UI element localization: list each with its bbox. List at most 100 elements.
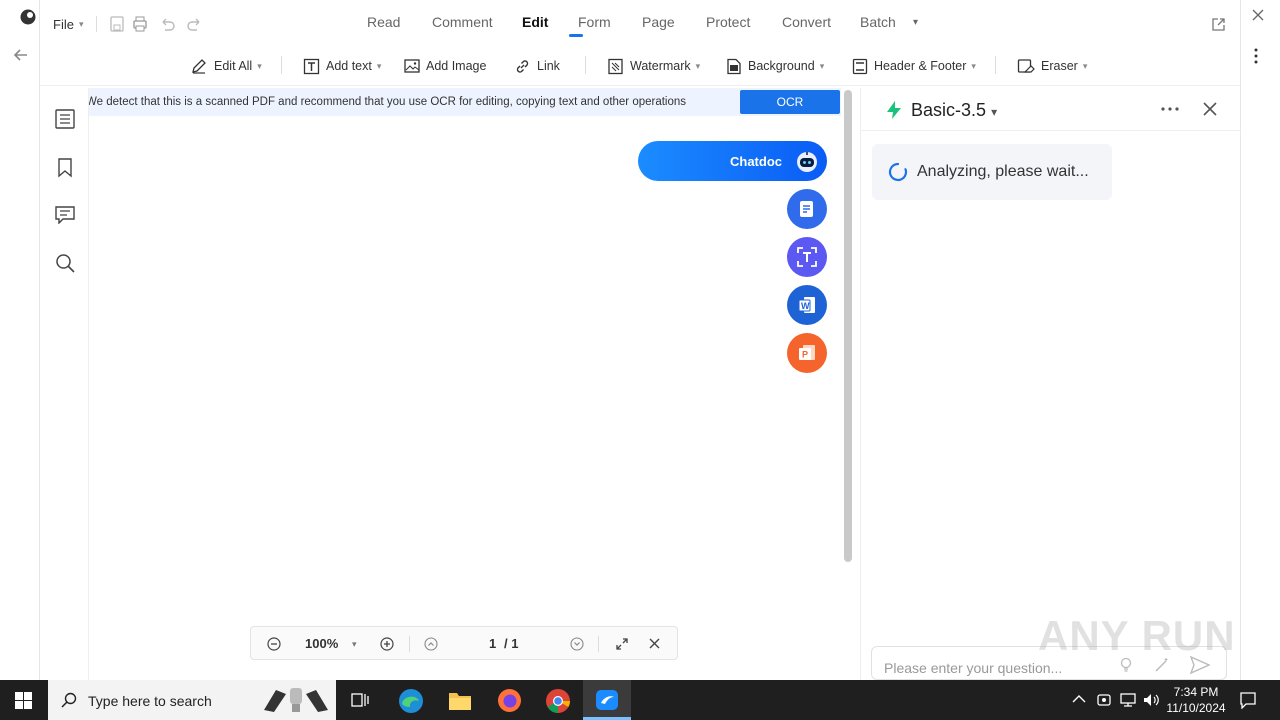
pdf-editor-app-icon[interactable] [594, 688, 620, 712]
add-text-label: Add text [326, 59, 372, 73]
link-icon [516, 59, 529, 73]
background-page-icon [727, 58, 741, 74]
divider [861, 130, 1241, 131]
summary-note-fab[interactable] [787, 189, 827, 229]
tab-edit[interactable]: Edit [522, 14, 548, 30]
chrome-icon[interactable] [545, 688, 571, 714]
watermark-button[interactable]: Watermark ▾ [607, 56, 700, 76]
image-icon [404, 59, 420, 73]
edge-browser-icon[interactable] [398, 688, 424, 714]
chevron-down-icon: ▾ [376, 60, 382, 71]
background-label: Background [748, 59, 815, 73]
text-scan-icon [797, 247, 817, 267]
window-close-icon[interactable] [1251, 8, 1265, 22]
redo-icon[interactable] [187, 16, 203, 32]
comment-icon[interactable] [55, 206, 75, 224]
zoom-out-icon[interactable] [267, 637, 281, 651]
app-globe-icon [20, 9, 36, 25]
eraser-button[interactable]: Eraser ▾ [1017, 56, 1087, 76]
zoom-in-icon[interactable] [380, 637, 394, 651]
page-current[interactable]: 1 [489, 636, 496, 651]
convert-ppt-fab[interactable]: P [787, 333, 827, 373]
tray-chevron-up-icon[interactable] [1072, 694, 1086, 704]
tab-comment[interactable]: Comment [432, 14, 493, 30]
taskbar-search-box[interactable]: Type here to search [48, 680, 336, 720]
left-sidebar [40, 88, 89, 680]
taskbar-clock[interactable]: 7:34 PM 11/10/2024 [1166, 684, 1226, 716]
taskbar-search-placeholder: Type here to search [88, 693, 212, 709]
analyzing-status-card: Analyzing, please wait... [872, 144, 1112, 200]
chevron-down-icon: ▾ [819, 60, 825, 71]
open-external-icon[interactable] [1211, 17, 1226, 32]
save-icon[interactable] [110, 16, 124, 32]
convert-word-fab[interactable]: W [787, 285, 827, 325]
back-arrow-icon[interactable] [12, 46, 30, 64]
tab-page[interactable]: Page [642, 14, 675, 30]
tab-form[interactable]: Form [578, 14, 611, 30]
background-button[interactable]: Background ▾ [726, 56, 824, 76]
add-text-button[interactable]: Add text ▾ [303, 56, 381, 76]
divider [995, 56, 996, 74]
next-page-icon[interactable] [570, 637, 584, 651]
windows-taskbar: Type here to search 7:34 PM 11/10/2024 [0, 680, 1280, 720]
clock-date: 11/10/2024 [1166, 701, 1226, 715]
kebab-menu-icon[interactable] [1253, 48, 1259, 64]
watermark-icon [608, 58, 623, 74]
chevron-down-icon: ▾ [257, 60, 262, 71]
search-icon[interactable] [55, 253, 75, 273]
add-image-label: Add Image [426, 59, 487, 73]
tab-batch[interactable]: Batch [860, 14, 896, 30]
file-menu[interactable]: File ▾ [53, 17, 83, 32]
edit-all-button[interactable]: Edit All ▾ [190, 56, 262, 76]
undo-icon[interactable] [159, 16, 175, 32]
close-panel-icon[interactable] [1203, 102, 1217, 116]
outline-list-icon[interactable] [55, 109, 75, 129]
chevron-down-icon: ▾ [991, 105, 998, 119]
bookmark-icon[interactable] [57, 158, 73, 178]
tab-convert[interactable]: Convert [782, 14, 831, 30]
zoom-chevron-down-icon[interactable]: ▾ [352, 639, 357, 650]
file-explorer-icon[interactable] [448, 689, 472, 711]
notifications-icon[interactable] [1239, 691, 1257, 709]
volume-icon[interactable] [1142, 692, 1160, 708]
right-browser-strip [1240, 0, 1280, 680]
previous-page-icon[interactable] [424, 637, 438, 651]
document-scrollbar[interactable] [844, 90, 852, 562]
eraser-label: Eraser [1041, 59, 1078, 73]
lightning-bolt-icon [887, 101, 901, 119]
header-footer-button[interactable]: Header & Footer ▾ [852, 56, 976, 76]
divider [409, 636, 410, 652]
model-name: Basic-3.5 [911, 100, 987, 120]
add-image-button[interactable]: Add Image [404, 56, 486, 76]
edit-toolbar: Edit All ▾ Add text ▾ Add Image Link Water… [40, 46, 1240, 86]
windows-start-icon[interactable] [15, 692, 32, 709]
print-icon[interactable] [132, 16, 148, 32]
ocr-button[interactable]: OCR [740, 90, 840, 114]
text-box-icon [303, 58, 320, 74]
search-icon [61, 692, 77, 708]
close-zoom-bar-icon[interactable] [649, 638, 660, 649]
security-tray-icon[interactable] [1096, 691, 1112, 709]
loading-spinner-icon [888, 162, 908, 182]
divider [585, 56, 586, 74]
search-highlight-flags-icon [264, 688, 328, 712]
task-view-icon[interactable] [351, 692, 369, 708]
zoom-level[interactable]: 100% [305, 636, 338, 651]
link-button[interactable]: Link [514, 56, 560, 76]
more-options-icon[interactable] [1161, 107, 1179, 111]
fullscreen-icon[interactable] [615, 637, 629, 651]
zoom-toolbar: 100% ▾ 1 / 1 [250, 626, 678, 660]
active-tab-indicator [569, 34, 583, 37]
model-selector[interactable]: Basic-3.5 ▾ [911, 100, 997, 121]
robot-icon [797, 152, 817, 172]
firefox-icon[interactable] [497, 688, 522, 713]
chatdoc-button[interactable]: Chatdoc [638, 141, 827, 181]
network-icon[interactable] [1119, 692, 1137, 708]
tab-protect[interactable]: Protect [706, 14, 750, 30]
note-icon [800, 201, 813, 217]
text-recognition-fab[interactable] [787, 237, 827, 277]
tab-read[interactable]: Read [367, 14, 400, 30]
eraser-icon [1017, 58, 1035, 73]
divider [96, 16, 97, 32]
more-tabs-chevron-icon[interactable]: ▾ [913, 17, 918, 28]
